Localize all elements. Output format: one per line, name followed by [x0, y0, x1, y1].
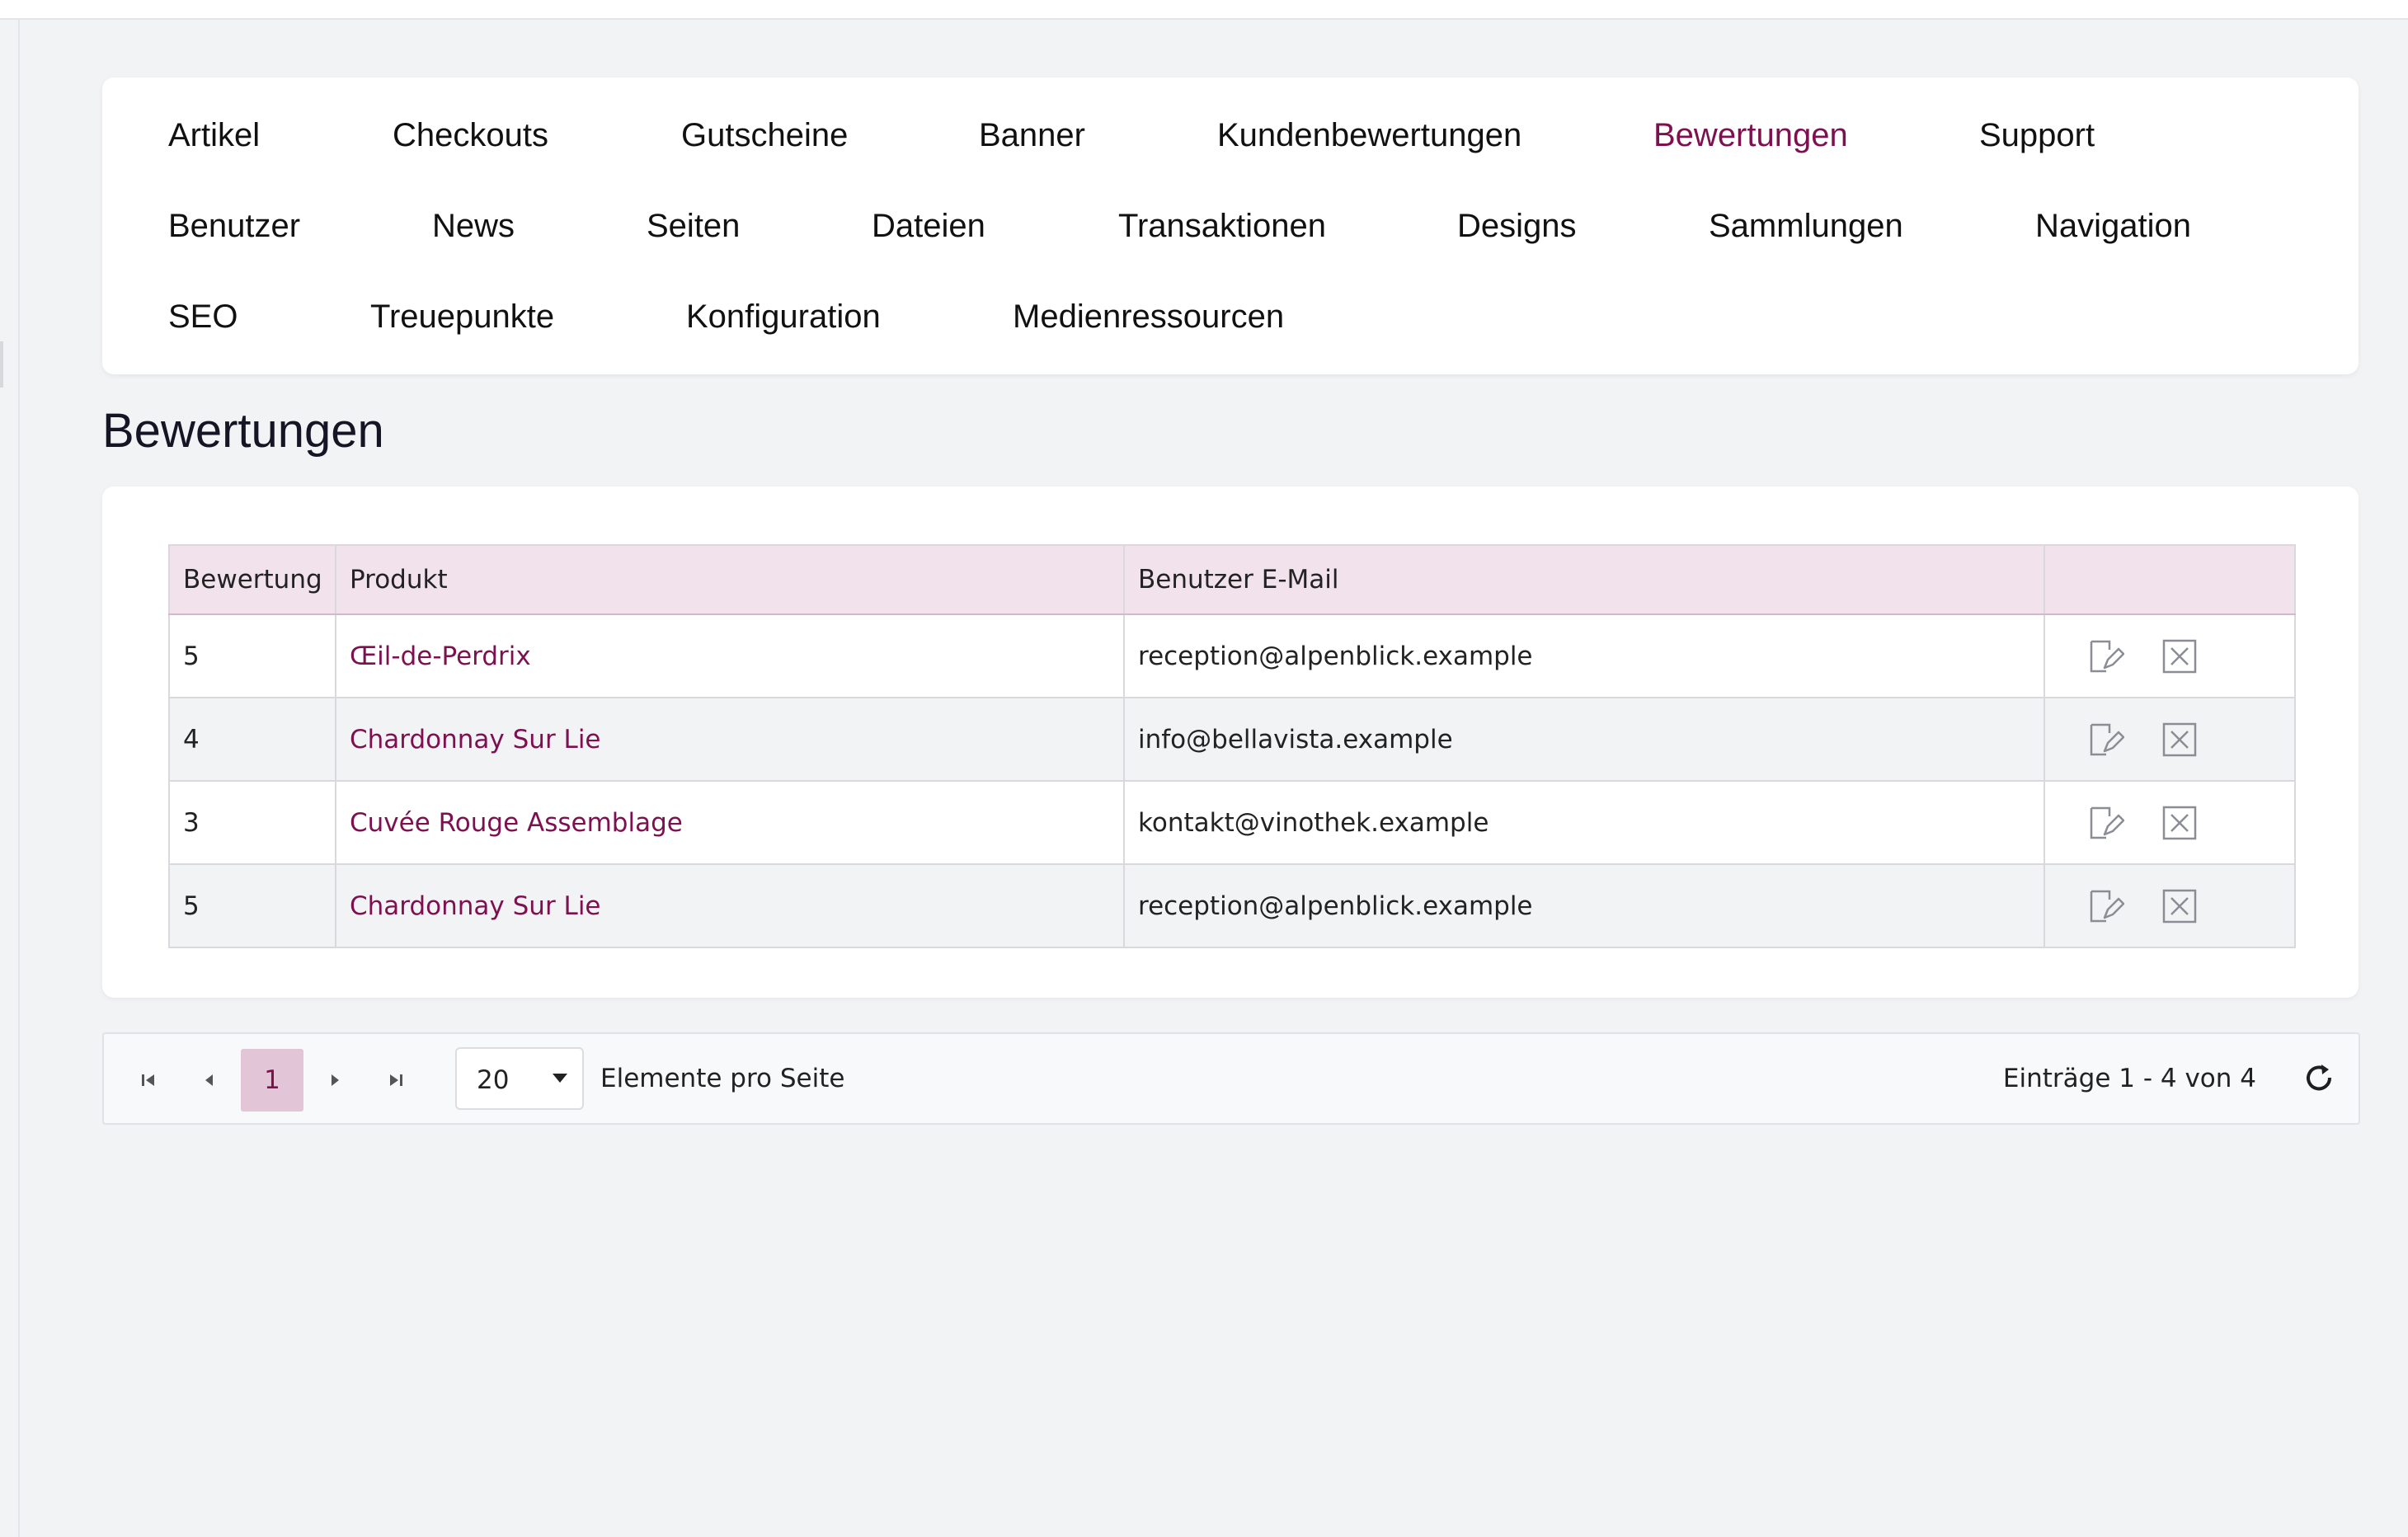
first-page-icon[interactable] [117, 1049, 180, 1112]
page-title: Bewertungen [102, 404, 384, 458]
page-number-current[interactable]: 1 [241, 1049, 303, 1112]
prev-page-icon[interactable] [178, 1049, 241, 1112]
chevron-down-icon [553, 1074, 567, 1083]
product-cell: Œil-de-Perdrix [335, 613, 1125, 698]
nav-item-banner[interactable]: Banner [979, 115, 1085, 155]
column-header-actions [2044, 544, 2296, 615]
email-cell: reception@alpenblick.example [1123, 613, 2045, 698]
column-header-produkt[interactable]: Produkt [335, 544, 1125, 615]
product-cell: Chardonnay Sur Lie [335, 863, 1125, 948]
email-cell: reception@alpenblick.example [1123, 863, 2045, 948]
left-rail-marker [0, 341, 3, 388]
email-cell: info@bellavista.example [1123, 697, 2045, 782]
nav-item-transaktionen[interactable]: Transaktionen [1118, 206, 1326, 246]
column-header-bewertung[interactable]: Bewertung [168, 544, 336, 615]
nav-item-treuepunkte[interactable]: Treuepunkte [370, 297, 554, 336]
table-row: 5 Chardonnay Sur Lie reception@alpenblic… [168, 863, 2296, 948]
nav-item-news[interactable]: News [432, 206, 515, 246]
edit-icon[interactable] [2086, 637, 2124, 675]
nav-item-seo[interactable]: SEO [168, 297, 238, 336]
product-cell: Chardonnay Sur Lie [335, 697, 1125, 782]
table-row: 4 Chardonnay Sur Lie info@bellavista.exa… [168, 697, 2296, 782]
nav-item-artikel[interactable]: Artikel [168, 115, 260, 155]
delete-icon[interactable] [2161, 637, 2199, 675]
table-header-row: Bewertung Produkt Benutzer E-Mail [168, 544, 2296, 615]
table-row: 5 Œil-de-Perdrix reception@alpenblick.ex… [168, 613, 2296, 698]
product-link[interactable]: Chardonnay Sur Lie [350, 891, 601, 921]
rating-cell: 3 [168, 780, 336, 865]
nav-item-designs[interactable]: Designs [1457, 206, 1577, 246]
edit-icon[interactable] [2086, 887, 2124, 925]
product-link[interactable]: Œil-de-Perdrix [350, 642, 531, 671]
product-link[interactable]: Chardonnay Sur Lie [350, 725, 601, 754]
nav-item-konfiguration[interactable]: Konfiguration [686, 297, 881, 336]
nav-item-sammlungen[interactable]: Sammlungen [1709, 206, 1903, 246]
edit-icon[interactable] [2086, 804, 2124, 842]
rating-cell: 4 [168, 697, 336, 782]
actions-cell [2044, 697, 2296, 782]
product-link[interactable]: Cuvée Rouge Assemblage [350, 808, 683, 838]
delete-icon[interactable] [2161, 804, 2199, 842]
table-row: 3 Cuvée Rouge Assemblage kontakt@vinothe… [168, 780, 2296, 865]
nav-item-medienressourcen[interactable]: Medienressourcen [1013, 297, 1284, 336]
nav-item-gutscheine[interactable]: Gutscheine [681, 115, 848, 155]
delete-icon[interactable] [2161, 887, 2199, 925]
next-page-icon[interactable] [303, 1049, 366, 1112]
ratings-table: Bewertung Produkt Benutzer E-Mail 5 Œil-… [168, 544, 2296, 948]
page-size-value: 20 [477, 1065, 510, 1095]
section-navigation: Artikel Checkouts Gutscheine Banner Kund… [102, 78, 2359, 374]
actions-cell [2044, 780, 2296, 865]
page-size-label: Elemente pro Seite [600, 1064, 845, 1093]
nav-item-benutzer[interactable]: Benutzer [168, 206, 300, 246]
nav-item-kundenbewertungen[interactable]: Kundenbewertungen [1217, 115, 1521, 155]
entries-info: Einträge 1 - 4 von 4 [2002, 1064, 2256, 1093]
page-size-select[interactable]: 20 [455, 1047, 584, 1110]
actions-cell [2044, 613, 2296, 698]
rating-cell: 5 [168, 863, 336, 948]
nav-item-dateien[interactable]: Dateien [872, 206, 985, 246]
product-cell: Cuvée Rouge Assemblage [335, 780, 1125, 865]
nav-item-seiten[interactable]: Seiten [647, 206, 740, 246]
edit-icon[interactable] [2086, 721, 2124, 759]
nav-item-checkouts[interactable]: Checkouts [393, 115, 548, 155]
nav-item-support[interactable]: Support [1979, 115, 2095, 155]
nav-item-bewertungen[interactable]: Bewertungen [1653, 115, 1848, 155]
delete-icon[interactable] [2161, 721, 2199, 759]
ratings-table-card: Bewertung Produkt Benutzer E-Mail 5 Œil-… [102, 486, 2359, 998]
rating-cell: 5 [168, 613, 336, 698]
last-page-icon[interactable] [364, 1049, 427, 1112]
nav-item-navigation[interactable]: Navigation [2035, 206, 2191, 246]
pagination-bar: 1 20 Elemente pro Seite Einträge 1 - 4 v… [102, 1032, 2360, 1125]
column-header-email[interactable]: Benutzer E-Mail [1123, 544, 2045, 615]
actions-cell [2044, 863, 2296, 948]
left-rail [0, 20, 20, 1537]
refresh-icon[interactable] [2299, 1059, 2339, 1098]
email-cell: kontakt@vinothek.example [1123, 780, 2045, 865]
top-bar [0, 0, 2408, 20]
